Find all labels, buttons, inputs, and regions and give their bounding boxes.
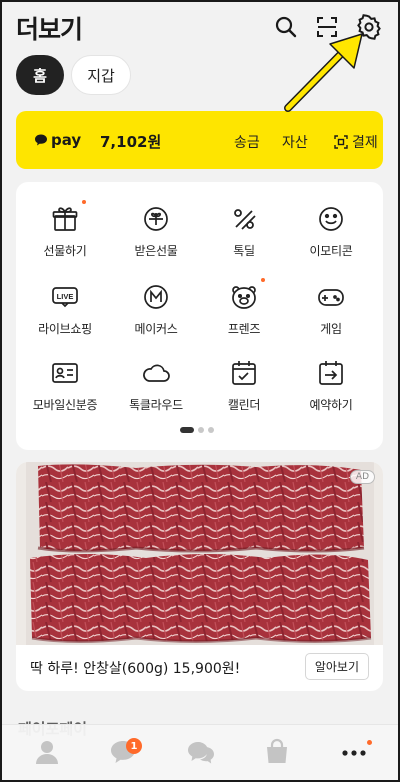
menu-item-label: 이모티콘 — [309, 244, 353, 258]
chat-unread-badge: 1 — [126, 738, 142, 754]
menu-item-label: 캘린더 — [227, 398, 261, 412]
menu-item-game[interactable]: 게임 — [286, 282, 376, 342]
send-money-link[interactable]: 송금 — [234, 132, 260, 152]
ad-card[interactable]: AD 딱 하루! 안창살(600g) 15,900원! 알아보기 — [16, 462, 383, 691]
calendar-icon — [229, 358, 259, 388]
learn-more-button[interactable]: 알아보기 — [304, 653, 369, 680]
qr-pay-icon — [334, 135, 348, 149]
payment-link[interactable]: 결제 — [334, 132, 378, 152]
payment-label: 결제 — [352, 135, 378, 151]
menu-item-emoticon[interactable]: 이모티콘 — [286, 204, 376, 264]
friends-bear-icon — [229, 278, 265, 312]
assets-link[interactable]: 자산 — [282, 132, 308, 152]
pay-logo: pay — [34, 131, 81, 149]
menu-item-label: 모바일신분증 — [32, 398, 98, 412]
menu-item-talk-deal[interactable]: 톡딜 — [199, 204, 289, 264]
more-icon[interactable] — [339, 737, 369, 767]
menu-item-label: 톡클라우드 — [129, 398, 183, 412]
annotation-arrow — [284, 33, 363, 112]
menu-item-friends[interactable]: 프렌즈 — [199, 278, 289, 342]
speech-bubble-icon — [35, 134, 47, 146]
gamepad-icon — [316, 282, 346, 312]
page-dot — [198, 427, 204, 433]
gift-box-icon — [50, 200, 86, 234]
menu-item-label: 톡딜 — [233, 244, 255, 258]
friends-icon[interactable] — [32, 737, 62, 767]
menu-item-mobile-id[interactable]: 모바일신분증 — [20, 358, 110, 418]
new-dot — [82, 200, 86, 204]
gift-received-icon — [141, 204, 171, 234]
menu-item-label: 프렌즈 — [227, 322, 261, 336]
openchat-icon[interactable] — [186, 737, 216, 767]
page-title: 더보기 — [16, 15, 83, 44]
menu-item-reservation[interactable]: 예약하기 — [286, 358, 376, 418]
ad-badge: AD — [349, 470, 375, 484]
tab-wallet[interactable]: 지갑 — [71, 55, 131, 95]
menu-item-label: 라이브쇼핑 — [38, 322, 92, 336]
pay-bar[interactable]: pay 7,102원 송금 자산 결제 — [16, 111, 383, 169]
menu-card: 선물하기 받은선물 톡딜 이모티콘 LIVE 라이브쇼핑 메이커스 프렌즈 게임… — [16, 182, 383, 450]
menu-item-received-gift[interactable]: 받은선물 — [111, 204, 201, 264]
pay-balance[interactable]: 7,102원 — [100, 131, 161, 152]
menu-item-makers[interactable]: 메이커스 — [111, 282, 201, 342]
menu-item-label: 게임 — [320, 322, 342, 336]
menu-item-talk-cloud[interactable]: 톡클라우드 — [111, 358, 201, 418]
id-card-icon — [50, 358, 80, 388]
beef-photo — [16, 462, 383, 645]
bottom-nav — [0, 724, 400, 782]
page-indicator — [180, 427, 214, 433]
ad-headline[interactable]: 딱 하루! 안창살(600g) 15,900원! — [30, 658, 240, 678]
cloud-icon — [141, 358, 171, 388]
reservation-icon — [316, 358, 346, 388]
svg-text:LIVE: LIVE — [57, 292, 74, 301]
new-dot — [367, 740, 372, 745]
menu-item-live-shopping[interactable]: LIVE 라이브쇼핑 — [20, 282, 110, 342]
tab-home[interactable]: 홈 — [16, 55, 64, 95]
page-dot — [208, 427, 214, 433]
menu-item-label: 메이커스 — [134, 322, 178, 336]
menu-item-label: 예약하기 — [309, 398, 353, 412]
makers-icon — [141, 282, 171, 312]
smile-icon — [316, 204, 346, 234]
menu-item-label: 선물하기 — [43, 244, 87, 258]
menu-item-calendar[interactable]: 캘린더 — [199, 358, 289, 418]
menu-item-gift[interactable]: 선물하기 — [20, 200, 110, 264]
live-icon: LIVE — [50, 282, 80, 312]
menu-item-label: 받은선물 — [134, 244, 178, 258]
shopping-icon[interactable] — [262, 737, 292, 767]
page-dot-active — [180, 427, 194, 433]
discount-icon — [229, 204, 259, 234]
pay-logo-text: pay — [51, 131, 82, 149]
new-dot — [261, 278, 265, 282]
